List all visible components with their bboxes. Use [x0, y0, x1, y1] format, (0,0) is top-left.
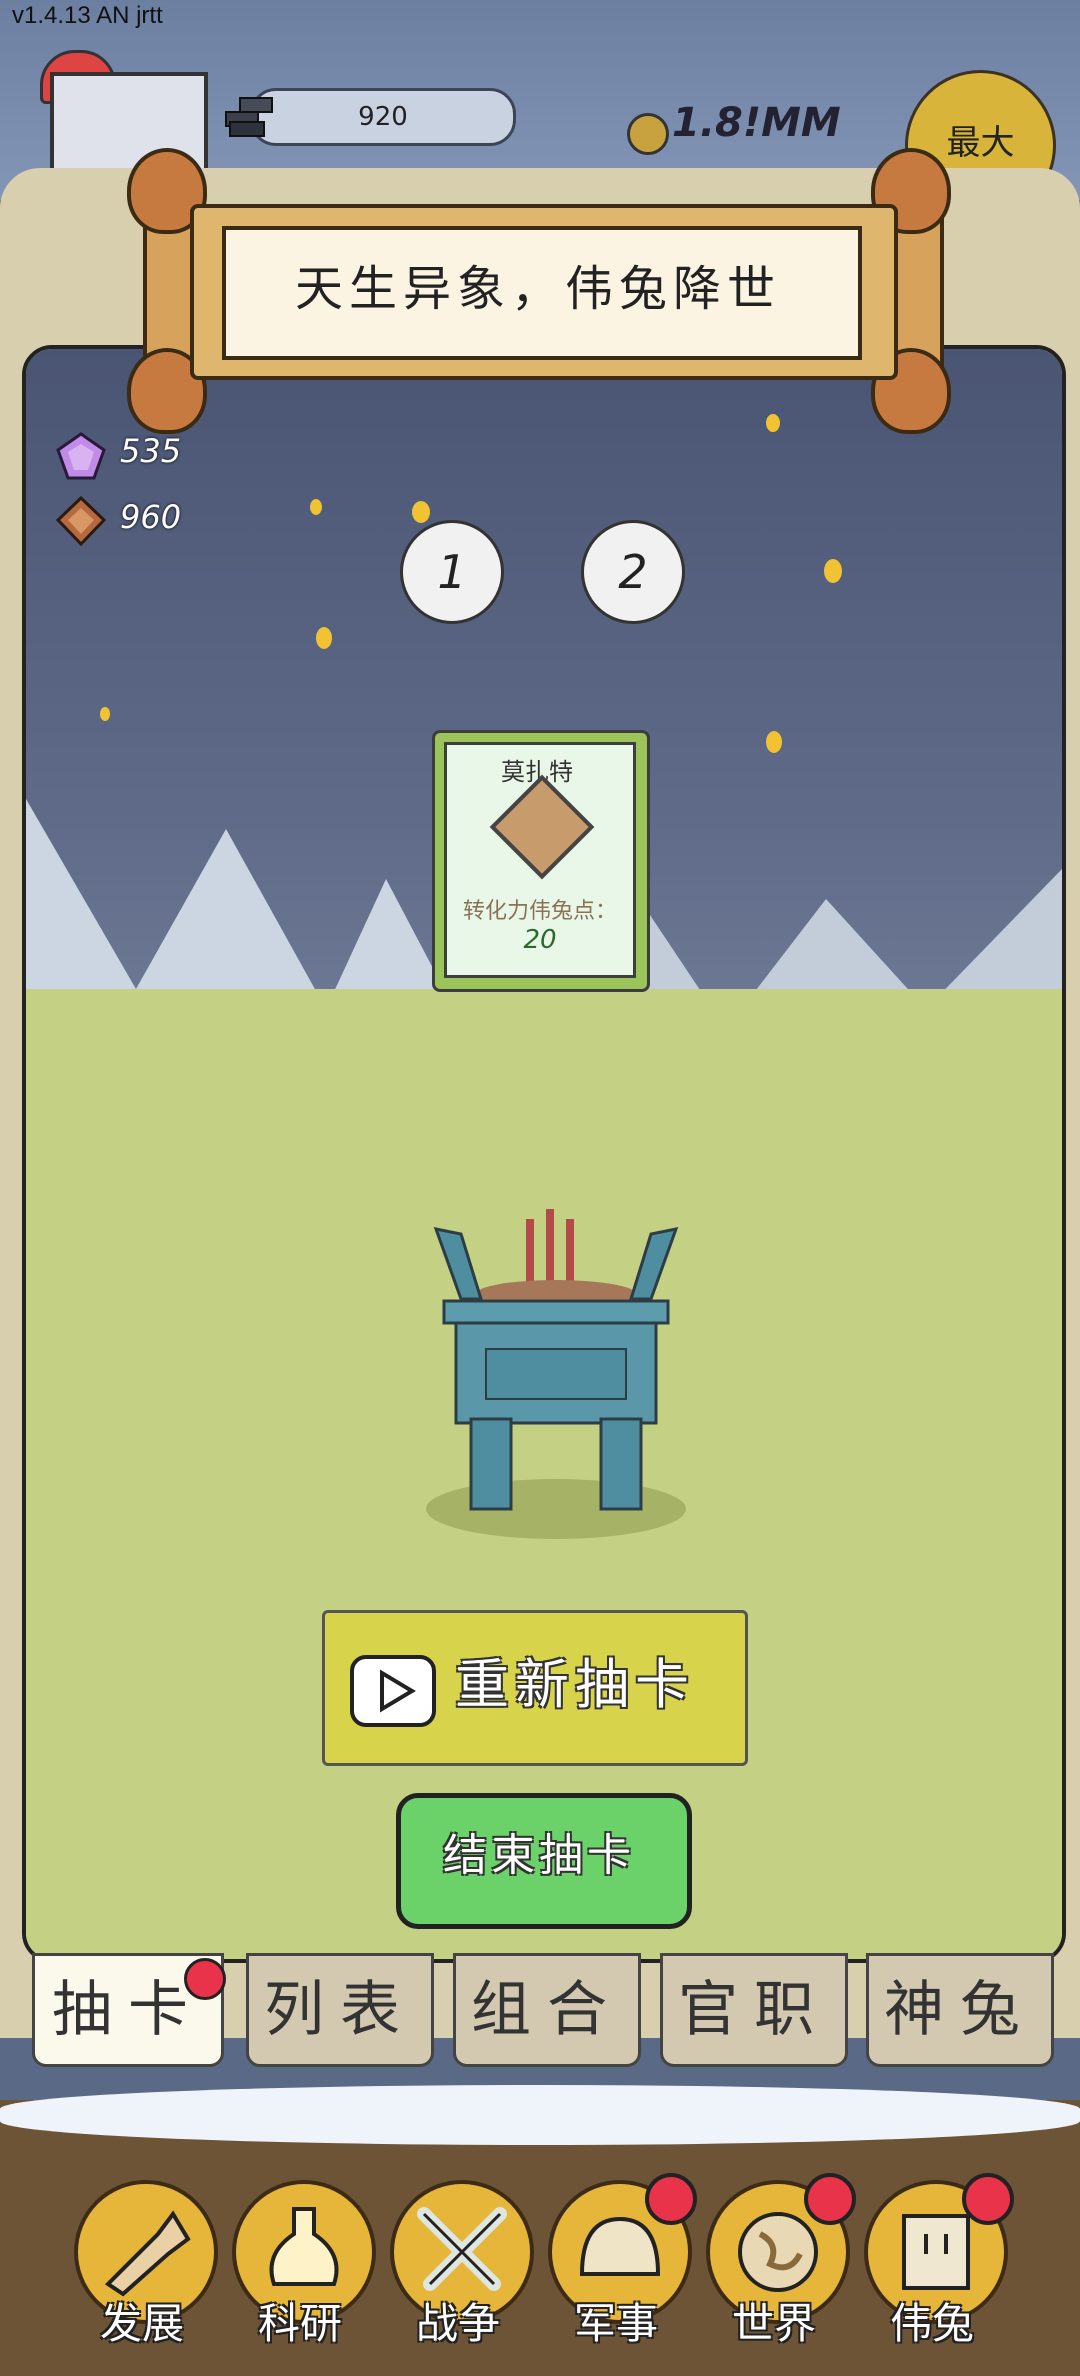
notification-badge — [804, 2173, 856, 2225]
notification-badge — [962, 2173, 1014, 2225]
draw-slot-1[interactable]: 1 — [400, 520, 504, 624]
star-dot — [766, 414, 780, 432]
nav-develop-label: 发展 — [99, 2299, 184, 2348]
tab-combo[interactable]: 组合 — [453, 1953, 641, 2067]
stone-counter: 920 — [250, 88, 516, 146]
purple-gem-icon — [56, 432, 106, 480]
coin-icon — [627, 113, 669, 155]
snow-edge — [0, 2085, 1080, 2145]
end-draw-label: 结束抽卡 — [443, 1830, 635, 1881]
card-description: 转化力伟兔点： — [462, 899, 617, 924]
stone-bricks-icon — [225, 97, 273, 137]
gem-count: 535 — [120, 432, 182, 470]
notification-badge — [645, 2173, 697, 2225]
brown-fruit-icon — [56, 496, 106, 546]
fruit-count: 960 — [120, 498, 182, 536]
redraw-label: 重新抽卡 — [455, 1653, 695, 1716]
tab-divine-rabbit[interactable]: 神兔 — [866, 1953, 1054, 2067]
draw-slot-2[interactable]: 2 — [581, 520, 685, 624]
nav-research-label: 科研 — [257, 2299, 342, 2348]
star-dot — [100, 707, 110, 721]
bronze-ding-cauldron — [426, 1209, 686, 1539]
money-value: 1.8!MM — [672, 100, 841, 146]
tab-list[interactable]: 列表 — [246, 1953, 434, 2067]
nav-world-label: 世界 — [731, 2299, 816, 2348]
star-dot — [310, 499, 322, 515]
video-play-icon — [350, 1655, 436, 1727]
nav-rabbit-label: 伟兔 — [889, 2299, 974, 2348]
star-dot — [412, 501, 430, 523]
card-value: 20 — [523, 925, 557, 955]
nav-war-label: 战争 — [415, 2299, 500, 2348]
star-dot — [316, 627, 332, 649]
notification-badge — [184, 1958, 226, 2000]
banner-title: 天生异象，伟兔降世 — [294, 261, 781, 317]
tab-office[interactable]: 官职 — [660, 1953, 848, 2067]
star-dot — [824, 559, 842, 583]
nav-military-label: 军事 — [573, 2299, 658, 2348]
version-label: v1.4.13 AN jrtt — [12, 2, 163, 29]
star-dot — [766, 731, 782, 753]
